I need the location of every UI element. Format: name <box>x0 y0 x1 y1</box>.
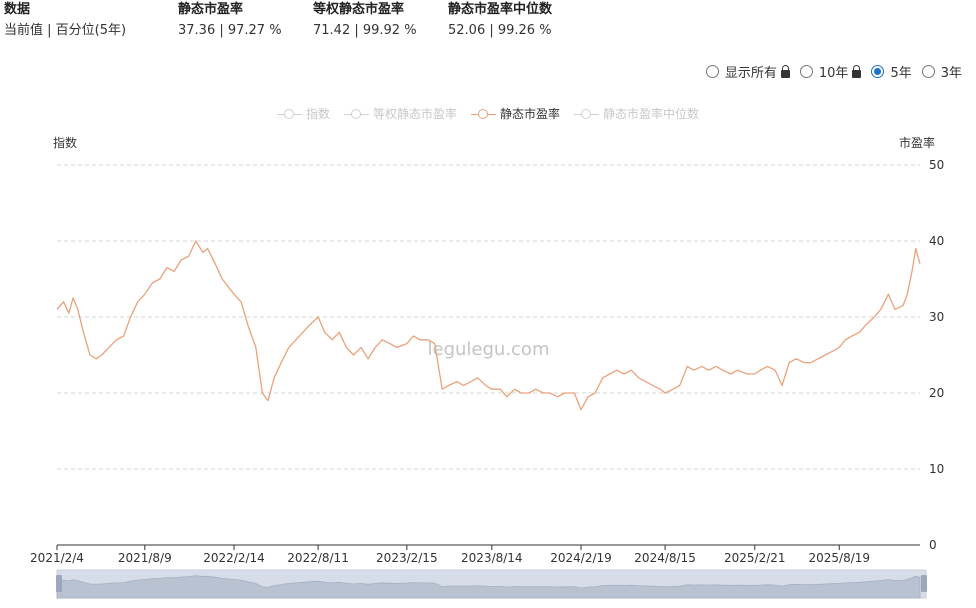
x-tick-label: 2025/2/21 <box>724 551 786 565</box>
y-tick-label: 20 <box>929 386 944 400</box>
pe-series-line <box>56 240 921 411</box>
pe-chart: 指数 市盈率 0 10 20 30 40 50 2021/2/4 2021/8/9 2022/2/1… <box>30 135 944 599</box>
x-tick-label: 2022/8/11 <box>287 551 349 565</box>
x-tick-label: 2024/2/19 <box>550 551 612 565</box>
x-tick-label: 2021/2/4 <box>30 551 84 565</box>
x-tick-label: 2023/2/15 <box>376 551 438 565</box>
x-tick-label: 2023/8/14 <box>461 551 523 565</box>
y-tick-label: 0 <box>929 538 937 552</box>
y-tick-label: 40 <box>929 234 944 248</box>
y-tick-label: 30 <box>929 310 944 324</box>
watermark: legulegu.com <box>428 339 550 360</box>
right-axis-title: 市盈率 <box>899 135 935 150</box>
x-tick-label: 2025/8/19 <box>809 551 871 565</box>
x-tick-label: 2022/2/14 <box>203 551 265 565</box>
left-axis-title: 指数 <box>53 135 77 150</box>
zoom-handle-right[interactable] <box>921 575 927 592</box>
zoom-handle-left[interactable] <box>56 575 62 592</box>
x-tick-label: 2024/8/15 <box>634 551 696 565</box>
y-tick-label: 10 <box>929 462 944 476</box>
x-tick-label: 2021/8/9 <box>118 551 172 565</box>
y-tick-label: 50 <box>929 158 944 172</box>
